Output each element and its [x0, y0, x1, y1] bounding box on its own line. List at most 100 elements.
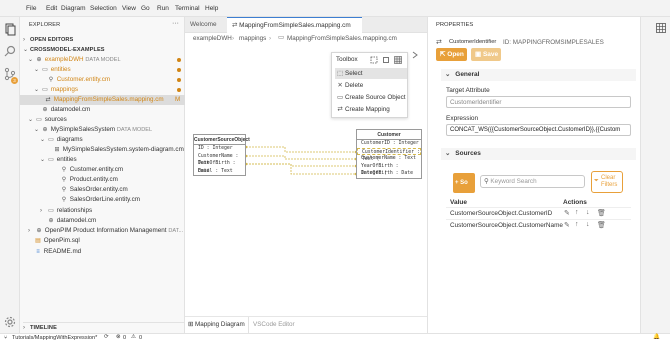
tab-vscode-editor[interactable]: VSCode Editor [253, 321, 295, 328]
diagram-icon: ⊞ [54, 147, 60, 153]
tree-item-customer-entity[interactable]: ⚲ Customer.entity.cm [47, 75, 110, 85]
general-section-header[interactable]: ⌄ General [441, 69, 636, 81]
tree-item-mapping-file[interactable]: ⇄ MappingFromSimpleSales.mapping.cm M [20, 95, 185, 105]
arrow-down-icon[interactable]: ↓ [586, 209, 590, 216]
gear-icon[interactable] [3, 315, 17, 329]
node-attribute[interactable]: ID : Integer [194, 145, 245, 153]
tab-mapping[interactable]: ⇄ MappingFromSimpleSales.mapping.cm M ✕ [227, 17, 362, 45]
node-attribute[interactable]: YearOfBirth : Integer ( [357, 163, 421, 177]
node-attribute[interactable]: CustomerName : Text [194, 153, 245, 167]
tree-item-diagrams[interactable]: ⌄ ▭ diagrams [40, 135, 83, 145]
menu-view[interactable]: View [122, 5, 136, 12]
tree-item-exampledwh[interactable]: ⌄ ⊕ exampleDWH DATA MODEL [28, 55, 185, 65]
folder-icon: ▭ [48, 157, 54, 163]
edit-icon[interactable]: ✎ [564, 221, 570, 229]
node-attribute[interactable]: CustomerID : Integer [357, 140, 421, 148]
menu-go[interactable]: Go [141, 5, 150, 12]
breadcrumb-item[interactable]: exampleDWH [193, 35, 232, 42]
open-button[interactable]: ⇱ Open [436, 48, 467, 61]
tree-item-mappings[interactable]: ⌄ ▭ mappings [34, 85, 78, 95]
trash-icon[interactable]: 🗑 [597, 221, 606, 229]
save-button[interactable]: ▣ Save [471, 48, 501, 61]
sync-icon[interactable]: ⟳ [104, 334, 109, 340]
modified-dot [177, 58, 181, 62]
target-entity-node[interactable]: Customer CustomerID : Integer CustomerId… [356, 129, 422, 179]
tree-item-datamodel-2[interactable]: ⊕ datamodel.cm [47, 216, 96, 226]
toolbox-select[interactable]: ⬚ Select [335, 68, 407, 79]
menu-help[interactable]: Help [205, 5, 218, 12]
grid-icon[interactable] [394, 56, 402, 64]
toolbox-create-mapping[interactable]: ⇄ Create Mapping [335, 104, 407, 115]
menu-run[interactable]: Run [157, 5, 169, 12]
error-count[interactable]: 0 [123, 335, 126, 341]
tree-item-entities[interactable]: ⌄ ▭ entities [34, 65, 71, 75]
table-row[interactable]: CustomerSourceObject.CustomerID ✎ ↑ ↓ 🗑 [446, 207, 631, 219]
table-icon[interactable] [656, 23, 666, 33]
add-source-button[interactable]: + So [453, 173, 475, 193]
tree-item-openpim-sql[interactable]: ▤ OpenPim.sql [34, 236, 80, 246]
element-name: CustomerIdentifier [449, 39, 497, 45]
workspace-section[interactable]: ⌄ CROSSMODEL-EXAMPLES [23, 45, 105, 55]
source-object-node[interactable]: CustomerSourceObject ID : Integer Custom… [193, 134, 250, 176]
menu-terminal[interactable]: Terminal [175, 5, 200, 12]
trash-icon[interactable]: 🗑 [597, 209, 606, 217]
timeline-section[interactable]: › TIMELINE [23, 322, 185, 332]
node-attribute[interactable]: DateOfBirth : Date [357, 170, 421, 178]
folder-icon: ▭ [48, 137, 54, 143]
sources-section-header[interactable]: ⌄ Sources [441, 148, 636, 160]
menu-edit[interactable]: Edit [46, 5, 57, 12]
breadcrumb-item[interactable]: MappingFromSimpleSales.mapping.cm [287, 35, 397, 42]
chevron-right-icon[interactable] [410, 50, 420, 60]
column-header-value: Value [450, 199, 467, 206]
chevron-right-icon: › [232, 35, 235, 42]
expression-field[interactable]: CONCAT_WS({{CustomerSourceObject.Custome… [446, 124, 631, 136]
tree-item-relationships[interactable]: › ▭ relationships [40, 206, 92, 216]
arrow-down-icon[interactable]: ↓ [586, 221, 590, 228]
menu-selection[interactable]: Selection [90, 5, 117, 12]
open-editors-section[interactable]: › OPEN EDITORS [23, 35, 73, 45]
warning-count[interactable]: 0 [139, 335, 142, 341]
menu-file[interactable]: File [26, 5, 36, 12]
clear-filters-button[interactable]: ⏷ Clear Filters [591, 171, 623, 193]
editor-tabs: Welcome ⇄ MappingFromSimpleSales.mapping… [185, 17, 427, 45]
tree-item-openpim[interactable]: › ⊕ OpenPIM Product Information Managemen… [28, 226, 183, 236]
node-attribute-selected[interactable]: CustomerIdentifier : Text ( [357, 147, 421, 162]
folder-icon: ▭ [48, 208, 54, 214]
search-icon[interactable] [3, 44, 17, 58]
tree-item-mysimplesales[interactable]: ⌄ ⊕ MySimpleSalesSystem DATA MODEL [34, 125, 152, 135]
tree-item-readme[interactable]: ≡ README.md [34, 247, 81, 257]
menu-diagram[interactable]: Diagram [61, 5, 86, 12]
files-icon[interactable] [3, 22, 17, 36]
breadcrumb-item[interactable]: mappings [239, 35, 266, 42]
tree-item-product[interactable]: ⚲ Product.entity.cm [60, 175, 118, 185]
tree-item-customer[interactable]: ⚲ Customer.entity.cm [60, 165, 123, 175]
tree-item-salesorderline[interactable]: ⚲ SalesOrderLine.entity.cm [60, 195, 140, 205]
table-row[interactable]: CustomerSourceObject.CustomerName ✎ ↑ ↓ … [446, 219, 631, 231]
tab-mapping-diagram[interactable]: ⊞ Mapping Diagram [188, 321, 245, 328]
arrow-up-icon[interactable]: ↑ [575, 221, 579, 228]
node-attribute[interactable]: CustomerName : Text [357, 155, 421, 163]
more-actions-icon[interactable]: ··· [172, 20, 179, 27]
entity-icon: ⚲ [61, 197, 67, 203]
tree-item-datamodel[interactable]: ⊕ datamodel.cm [34, 105, 90, 115]
file-icon: ▭ [278, 34, 284, 41]
edit-icon[interactable]: ✎ [564, 209, 570, 217]
toolbox-delete[interactable]: ✕ Delete [335, 80, 407, 91]
toolbox-create-source-object[interactable]: ▭ Create Source Object [335, 92, 407, 103]
select-icon: ⬚ [337, 70, 343, 77]
tree-item-salesorder[interactable]: ⚲ SalesOrder.entity.cm [60, 185, 128, 195]
tree-item-entities-2[interactable]: ⌄ ▭ entities [40, 155, 77, 165]
target-attribute-field[interactable]: CustomerIdentifier [446, 96, 631, 108]
notification-icon[interactable]: 🔔 [653, 334, 660, 340]
tree-item-system-diagram[interactable]: ⊞ MySimpleSalesSystem.system-diagram.cm [53, 145, 183, 155]
expand-icon[interactable] [382, 56, 390, 64]
zoom-fit-icon[interactable] [370, 56, 378, 64]
tree-item-sources[interactable]: ⌄ ▭ sources [28, 115, 67, 125]
divider [248, 317, 249, 333]
node-attribute[interactable]: DateOfBirth : Date [194, 160, 245, 174]
branch-name[interactable]: Tutorials/MappingWithExpression* [12, 335, 97, 341]
arrow-up-icon[interactable]: ↑ [575, 209, 579, 216]
tab-welcome[interactable]: Welcome [185, 17, 227, 33]
node-attribute[interactable]: Email : Text [194, 168, 245, 176]
keyword-search-input[interactable]: ⚲ Keyword Search [480, 175, 585, 188]
